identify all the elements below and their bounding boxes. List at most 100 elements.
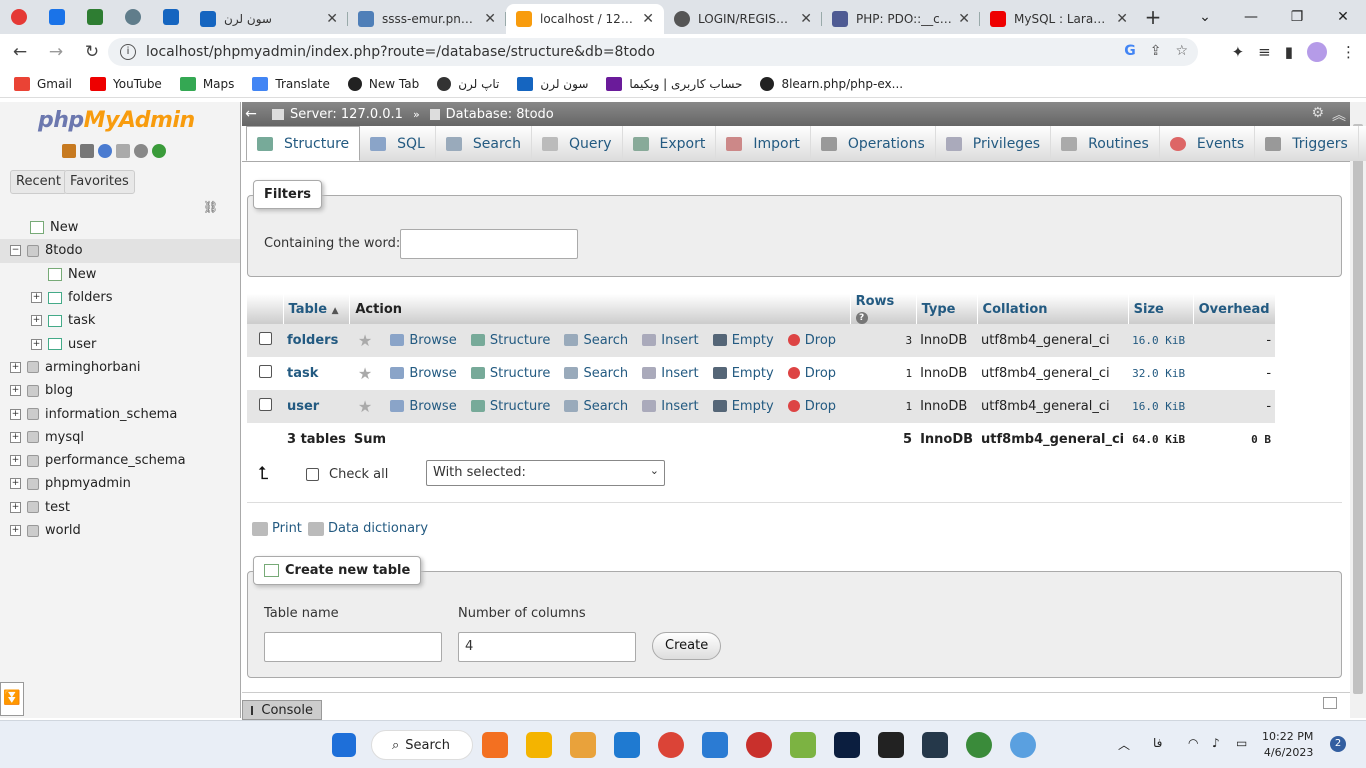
- wifi-icon[interactable]: ◠: [1188, 736, 1198, 750]
- favorite-star-icon[interactable]: ★: [358, 397, 372, 416]
- expand-icon[interactable]: +: [10, 455, 21, 467]
- file-explorer-icon[interactable]: [526, 732, 552, 758]
- expand-icon[interactable]: +: [10, 385, 21, 397]
- link-icon[interactable]: ⛓: [203, 200, 218, 214]
- empty-link[interactable]: Empty: [712, 333, 774, 348]
- structure-link[interactable]: Structure: [470, 366, 550, 381]
- tab-routines[interactable]: Routines: [1051, 126, 1160, 161]
- row-checkbox[interactable]: [258, 365, 272, 378]
- search-link[interactable]: Search: [564, 366, 628, 381]
- page-scrollbar[interactable]: [1350, 102, 1366, 718]
- speaker-icon[interactable]: ♪: [1212, 736, 1220, 750]
- notification-badge[interactable]: 2: [1330, 736, 1346, 752]
- insert-link[interactable]: Insert: [642, 366, 699, 381]
- empty-link[interactable]: Empty: [712, 399, 774, 414]
- bookmark-8learn[interactable]: 8learn.php/php-ex...: [760, 76, 903, 91]
- search-link[interactable]: Search: [564, 333, 628, 348]
- tree-item-information-schema[interactable]: + information_schema: [0, 402, 240, 425]
- reading-list-icon[interactable]: ≡: [1258, 43, 1271, 61]
- browse-link[interactable]: Browse: [390, 366, 457, 381]
- bookmark-gmail[interactable]: Gmail: [14, 76, 72, 91]
- bookmark-maps[interactable]: Maps: [179, 76, 234, 91]
- column-header-type[interactable]: Type: [916, 294, 978, 324]
- expand-icon[interactable]: +: [10, 501, 21, 513]
- share-icon[interactable]: ⇪: [1150, 43, 1162, 59]
- network-globe-icon[interactable]: [1010, 732, 1036, 758]
- docs-icon[interactable]: [116, 144, 130, 158]
- bookmark-wikima[interactable]: حساب کاربری | ویکیما: [606, 76, 742, 91]
- bookmark-new-tab[interactable]: New Tab: [347, 76, 419, 91]
- row-checkbox[interactable]: [258, 398, 272, 411]
- number-of-columns-input[interactable]: 4: [458, 632, 636, 662]
- tab-privileges[interactable]: Privileges: [935, 126, 1052, 161]
- scrollbar-thumb[interactable]: [1353, 124, 1363, 694]
- tree-item-task[interactable]: + task: [0, 309, 240, 332]
- data-dictionary-link[interactable]: Data dictionary: [308, 521, 428, 536]
- tree-item-8todo[interactable]: − 8todo: [0, 239, 240, 263]
- idm-icon[interactable]: [966, 732, 992, 758]
- breadcrumb-server[interactable]: Server: 127.0.0.1: [290, 107, 403, 122]
- pinned-tab-1[interactable]: [0, 0, 38, 34]
- insert-link[interactable]: Insert: [642, 333, 699, 348]
- taskbar-search[interactable]: ⌕ Search: [371, 730, 473, 760]
- bookmark-youtube[interactable]: YouTube: [90, 76, 162, 91]
- side-panel-icon[interactable]: ▮: [1285, 43, 1293, 61]
- expand-icon[interactable]: +: [10, 478, 21, 490]
- close-icon[interactable]: ✕: [326, 11, 338, 27]
- table-name-link[interactable]: folders: [287, 333, 338, 348]
- bookmark-star-icon[interactable]: ☆: [1175, 43, 1188, 59]
- menu-kebab-icon[interactable]: ⋮: [1341, 43, 1356, 61]
- browser-tab-active[interactable]: localhost / 127.0. ✕: [506, 4, 664, 34]
- favorite-star-icon[interactable]: ★: [358, 364, 372, 383]
- battery-icon[interactable]: ▭: [1236, 736, 1247, 750]
- structure-link[interactable]: Structure: [470, 333, 550, 348]
- help-icon[interactable]: ?: [855, 312, 868, 324]
- phpmyadmin-logo[interactable]: phpMyAdmin: [38, 108, 195, 133]
- recent-button[interactable]: Recent: [10, 170, 67, 194]
- windows-start-icon[interactable]: [332, 733, 356, 757]
- site-info-icon[interactable]: i: [120, 44, 136, 60]
- empty-link[interactable]: Empty: [712, 366, 774, 381]
- tab-search-chevron-icon[interactable]: ⌄: [1182, 0, 1228, 34]
- favorites-button[interactable]: Favorites: [64, 170, 135, 194]
- browser-tab[interactable]: سون لرن ✕: [190, 4, 348, 34]
- profile-avatar[interactable]: [1307, 42, 1327, 62]
- tree-item-world[interactable]: + world: [0, 519, 240, 542]
- bookmark-translate[interactable]: Translate: [252, 76, 330, 91]
- restore-button[interactable]: ❐: [1274, 0, 1320, 34]
- powershell-icon[interactable]: [702, 732, 728, 758]
- expand-icon[interactable]: +: [31, 338, 42, 350]
- tray-overflow-icon[interactable]: ︿: [1118, 736, 1130, 753]
- tree-item-new[interactable]: New: [0, 216, 240, 239]
- structure-link[interactable]: Structure: [470, 399, 550, 414]
- table-name-link[interactable]: user: [287, 399, 319, 414]
- close-icon[interactable]: ✕: [642, 11, 654, 27]
- collapse-top-icon[interactable]: ︽: [1332, 105, 1346, 125]
- tab-events[interactable]: Events: [1159, 126, 1256, 161]
- column-header-collation[interactable]: Collation: [977, 294, 1129, 324]
- extensions-puzzle-icon[interactable]: ✦: [1232, 43, 1245, 61]
- collapse-icon[interactable]: −: [10, 245, 21, 257]
- search-link[interactable]: Search: [564, 399, 628, 414]
- browse-link[interactable]: Browse: [390, 399, 457, 414]
- logout-icon[interactable]: [80, 144, 94, 158]
- tree-item-new-table[interactable]: New: [0, 263, 240, 286]
- pinned-tab-3[interactable]: [76, 0, 114, 34]
- clock[interactable]: 10:22 PM 4/6/2023: [1262, 729, 1313, 761]
- browse-link[interactable]: Browse: [390, 333, 457, 348]
- gear-icon[interactable]: ⚙: [1311, 105, 1324, 121]
- reload-icon[interactable]: [152, 144, 166, 158]
- pinned-tab-2[interactable]: [38, 0, 76, 34]
- expand-icon[interactable]: +: [31, 292, 42, 304]
- table-size[interactable]: 32.0 KiB: [1132, 367, 1185, 380]
- console-toggle-icon[interactable]: [1323, 697, 1337, 709]
- table-size[interactable]: 16.0 KiB: [1132, 400, 1185, 413]
- expand-icon[interactable]: +: [10, 525, 21, 536]
- gear-icon[interactable]: [134, 144, 148, 158]
- language-indicator[interactable]: فا: [1153, 736, 1162, 750]
- column-header-size[interactable]: Size: [1128, 294, 1194, 324]
- close-icon[interactable]: ✕: [800, 11, 812, 27]
- filter-input[interactable]: [400, 229, 578, 259]
- drop-link[interactable]: Drop: [787, 399, 836, 414]
- tab-sql[interactable]: SQL: [360, 126, 436, 161]
